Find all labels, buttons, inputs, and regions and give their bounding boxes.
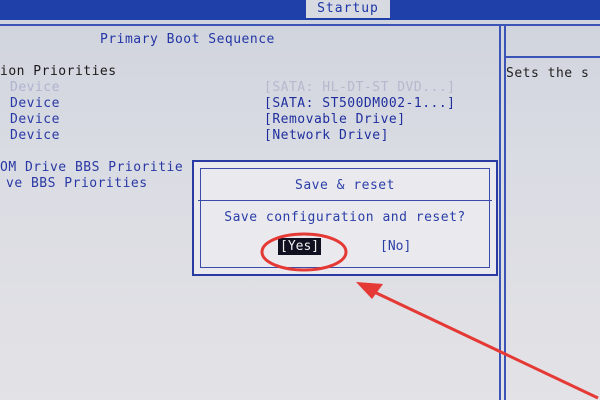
boot-priorities-heading: ion Priorities <box>0 64 117 79</box>
drive-bbs-priorities-item[interactable]: ve BBS Priorities <box>6 176 148 191</box>
no-button[interactable]: [No] <box>380 238 411 255</box>
save-reset-dialog: Save & reset Save configuration and rese… <box>192 160 498 276</box>
top-menu-bar <box>0 0 600 20</box>
help-panel-divider <box>506 56 600 58</box>
cdrom-bbs-priorities-item[interactable]: OM Drive BBS Prioritie <box>0 160 183 175</box>
boot-device-1-value[interactable]: [SATA: HL-DT-ST DVD...] <box>264 80 456 95</box>
highlight-arrow-line <box>369 288 599 400</box>
boot-device-3-value[interactable]: [Removable Drive] <box>264 112 406 127</box>
yes-button[interactable]: [Yes] <box>278 238 322 255</box>
dialog-divider <box>198 200 492 201</box>
frame-divider-top <box>0 24 600 26</box>
dialog-title: Save & reset <box>295 178 395 193</box>
frame-divider-vertical <box>499 24 501 400</box>
boot-device-2-label: Device <box>10 96 60 111</box>
boot-device-1-label: Device <box>10 80 60 95</box>
bios-screen: Startup Primary Boot Sequence ion Priori… <box>0 0 600 400</box>
boot-device-2-value[interactable]: [SATA: ST500DM002-1...] <box>264 96 456 111</box>
boot-device-3-label: Device <box>10 112 60 127</box>
tab-startup[interactable]: Startup <box>306 0 390 18</box>
dialog-message: Save configuration and reset? <box>224 210 466 225</box>
boot-device-4-label: Device <box>10 128 60 143</box>
highlight-arrow-head <box>356 282 383 299</box>
help-text: Sets the s <box>506 66 590 81</box>
section-title: Primary Boot Sequence <box>100 32 275 47</box>
boot-device-4-value[interactable]: [Network Drive] <box>264 128 389 143</box>
